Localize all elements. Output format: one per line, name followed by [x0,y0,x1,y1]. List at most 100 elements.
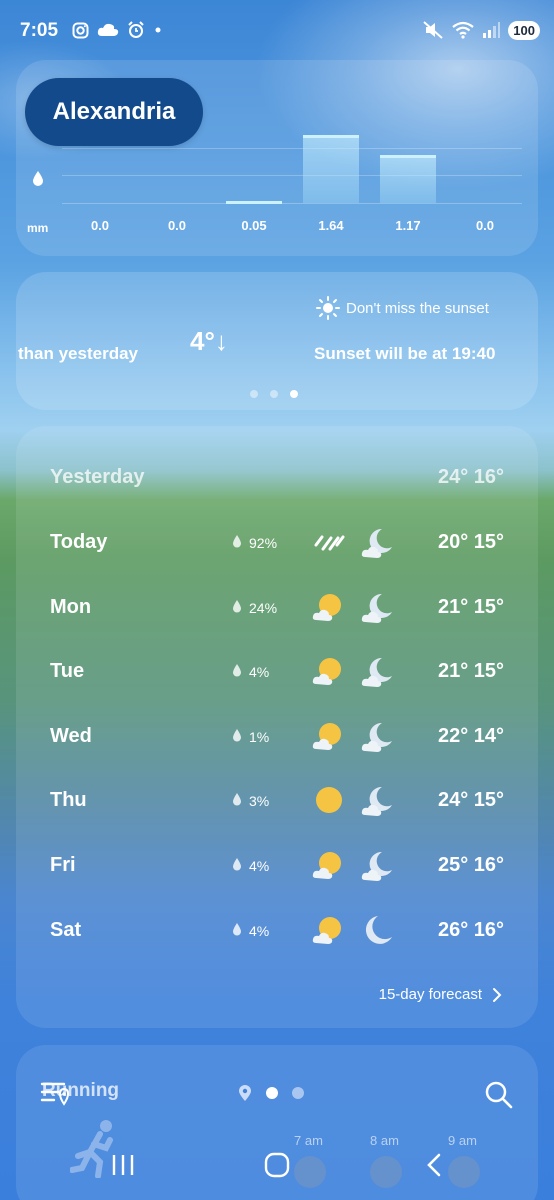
chevron-right-icon [493,987,502,1002]
forecast-day: Thu [50,789,87,811]
precip-chance: 92% [232,534,277,551]
precipitation-value: 1.64 [318,218,344,233]
mute-icon [423,21,443,39]
sun-icon [316,296,340,320]
insight-page-indicator [250,390,298,398]
forecast-row[interactable]: Tue 4% 21° 15° [16,652,538,692]
raindrop-icon [232,534,242,551]
partly-cloudy-icon [312,913,346,947]
precipitation-unit: mm [27,221,49,235]
raindrop-icon [232,599,242,616]
precip-value: 3% [249,792,270,809]
status-bar: 7:05 100 [0,0,554,60]
cloudy-night-icon [360,719,394,753]
page-dot-active [290,390,298,398]
precip-chance: 4% [232,922,269,939]
city-name-button[interactable]: Alexandria [25,78,203,146]
dot-icon [155,27,161,33]
location-page-indicator[interactable] [238,1084,304,1102]
forecast-temps: 21° 15° [437,660,504,682]
forecast-temps: 22° 14° [437,725,504,747]
forecast-temps: 26° 16° [437,919,504,941]
cloudy-night-icon [360,783,394,817]
search-icon[interactable] [484,1080,514,1110]
raindrop-icon [232,857,242,874]
precipitation-value: 0.05 [241,218,267,233]
forecast-row[interactable]: Thu 3% 24° 15° [16,781,538,821]
precip-value: 1% [249,728,270,745]
grid-line [62,203,522,204]
compare-text: than yesterday [18,344,138,363]
precipitation-value: 0.0 [167,218,187,233]
precip-chance: 1% [232,728,269,745]
precip-value: 4% [249,663,270,680]
recents-icon[interactable] [110,1152,136,1178]
forecast-day: Yesterday [50,466,145,488]
back-icon[interactable] [424,1152,444,1178]
forecast-temps: 20° 15° [437,531,504,553]
raindrop-icon [33,171,43,186]
precipitation-value: 1.17 [395,218,421,233]
signal-icon [483,22,501,38]
cloudy-night-icon [360,654,394,688]
precip-value: 4% [249,922,270,939]
activity-face-icon [370,1156,402,1188]
page-dot [250,390,258,398]
status-icons-right: 100 [422,20,540,40]
page-dot [270,390,278,398]
raindrop-icon [232,728,242,745]
sunset-tip: Don't miss the sunset [316,296,489,320]
precip-value: 92% [249,534,278,551]
forecast-row-yesterday: Yesterday 24° 16° [16,458,538,498]
status-time: 7:05 [20,20,59,41]
forecast-row[interactable]: Fri 4% 25° 16° [16,846,538,886]
forecast-temps: 24° 16° [437,466,504,488]
menu-icon[interactable] [40,1080,70,1108]
fifteen-day-forecast-link[interactable]: 15-day forecast [379,986,502,1003]
sun-icon [312,783,346,817]
activity-face-icon [294,1156,326,1188]
location-dot-active [266,1087,278,1099]
forecast-day: Fri [50,854,76,876]
forecast-day: Sat [50,919,82,941]
partly-cloudy-icon [312,654,346,688]
cloud-icon [97,23,119,36]
home-icon[interactable] [264,1152,290,1178]
wifi-icon [452,21,474,39]
forecast-day: Today [50,531,108,553]
cloudy-night-icon [360,525,394,559]
forecast-row[interactable]: Today 92% 20° 15° [16,523,538,563]
location-pin-icon [239,1085,251,1101]
raindrop-icon [232,792,242,809]
partly-cloudy-icon [312,590,346,624]
precip-chance: 24% [232,599,277,616]
raindrop-icon [232,663,242,680]
grid-line [62,175,522,176]
precip-chance: 3% [232,792,269,809]
raindrop-icon [232,922,242,939]
instagram-icon [72,22,89,38]
forecast-day: Mon [50,596,92,618]
status-icons-left [72,21,163,39]
forecast-day: Wed [50,725,92,747]
forecast-row[interactable]: Wed 1% 22° 14° [16,717,538,757]
precip-chance: 4% [232,663,269,680]
forecast-temps: 21° 15° [437,596,504,618]
temp-delta: 4°↓ [190,326,228,356]
precip-chance: 4% [232,857,269,874]
forecast-day: Tue [50,660,85,682]
grid-line [62,148,522,149]
alarm-icon [128,21,144,38]
daily-forecast-card: Yesterday 24° 16° Today 92% 20° 15° Mon 24% 2… [16,426,538,1028]
precip-value: 4% [249,857,270,874]
precip-value: 24% [249,599,278,616]
moon-icon [360,913,394,947]
sunset-time-text: Sunset will be at 19:40 [314,344,496,363]
forecast-row[interactable]: Sat 4% 26° 16° [16,911,538,951]
battery-indicator: 100 [508,20,540,40]
precipitation-value: 0.0 [90,218,110,233]
precipitation-bar [226,201,282,204]
hour-label: 9 am [448,1133,477,1148]
forecast-row[interactable]: Mon 24% 21° 15° [16,588,538,628]
insight-card[interactable]: than yesterday 4°↓ Don't miss the sunset… [16,272,538,410]
